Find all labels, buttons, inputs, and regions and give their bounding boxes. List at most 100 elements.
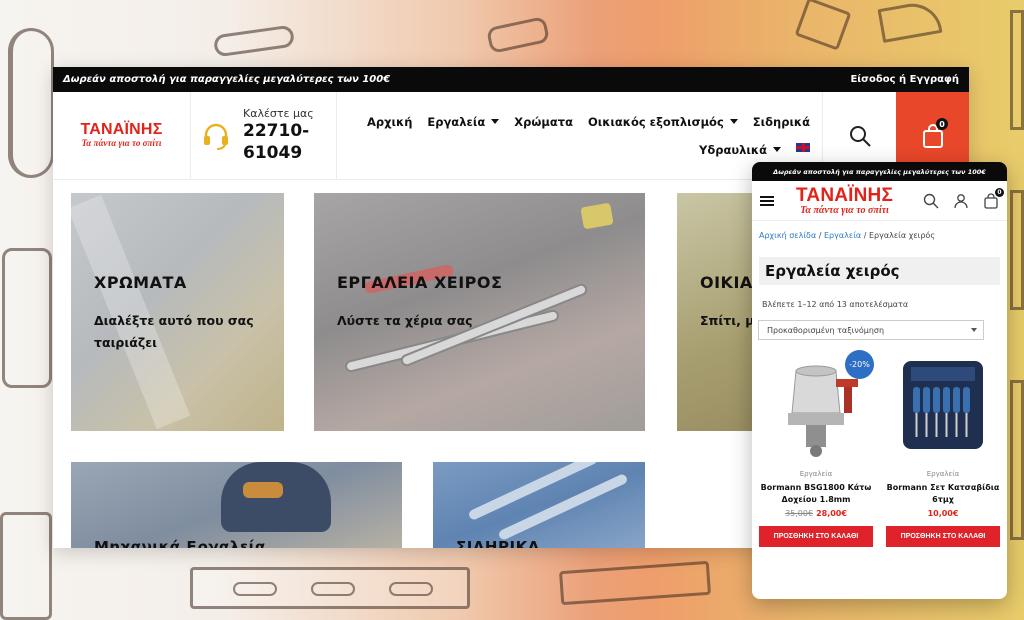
product-name[interactable]: Bormann BSG1800 Κάτω Δοχείου 1.8mm	[761, 482, 872, 506]
free-shipping-notice: Δωρεάν αποστολή για παραγγελίες μεγαλύτε…	[63, 74, 391, 85]
tile-subtitle: Διαλέξτε αυτό που σας	[94, 313, 254, 328]
product-card[interactable]: -20% Εργαλεία Bormann BSG1800 Κάτω Δοχεί…	[758, 350, 874, 547]
caret-down-icon	[491, 119, 500, 124]
category-tile-ironware[interactable]: ΣΙΔΗΡΙΚΑ	[433, 462, 645, 548]
logo-title: ΤΑΝΑΪΝΗΣ	[796, 184, 894, 206]
doodle-utility-knife	[558, 560, 712, 606]
login-register-link[interactable]: Είσοδος ή Εγγραφή	[850, 74, 959, 85]
product-card[interactable]: Εργαλεία Bormann Σετ Κατσαβίδια 6τμχ 10,…	[885, 350, 1001, 547]
mobile-topbar: Δωρεάν αποστολή για παραγγελίες μεγαλύτε…	[752, 162, 1007, 181]
cart-count-badge: 0	[936, 118, 948, 130]
nav-ironware[interactable]: Σιδηρικά	[753, 115, 810, 129]
caret-down-icon	[773, 147, 781, 152]
logo-subtitle: Τα πάντα για το σπίτι	[800, 204, 889, 216]
tile-title: ΧΡΩΜΑΤΑ	[94, 273, 187, 292]
doodle-edge-1	[1010, 10, 1024, 130]
site-logo[interactable]: ΤΑΝΑΪΝΗΣ Τα πάντα για το σπίτι	[53, 92, 191, 179]
tile-subtitle: Σπίτι, μ	[700, 313, 755, 328]
breadcrumb-separator: /	[816, 231, 824, 240]
page-title: Εργαλεία χειρός	[765, 262, 900, 280]
nav-tools-label: Εργαλεία	[427, 114, 486, 129]
desktop-topbar: Δωρεάν αποστολή για παραγγελίες μεγαλύτε…	[53, 67, 969, 92]
headset-icon	[204, 123, 228, 150]
tile-subtitle: Λύστε τα χέρια σας	[337, 313, 473, 328]
uk-flag-icon[interactable]	[796, 142, 810, 152]
logo-subtitle: Τα πάντα για το σπίτι	[81, 138, 162, 148]
doodle-hammer	[485, 16, 551, 54]
breadcrumb: Αρχική σελίδα / Εργαλεία / Εργαλεία χειρ…	[752, 221, 1007, 240]
sort-select[interactable]: Προκαθορισμένη ταξινόμηση	[758, 320, 984, 340]
nav-ironware-label: Σιδηρικά	[752, 114, 810, 129]
tile-title: ΟΙΚΙΑ	[700, 273, 753, 292]
tile-subtitle: ταιριάζει	[94, 335, 158, 350]
product-category[interactable]: Εργαλεία	[927, 470, 960, 478]
tile-title: ΣΙΔΗΡΙΚΑ	[456, 538, 540, 548]
phone-label: Καλέστε μας	[243, 107, 314, 120]
category-tile-paints[interactable]: ΧΡΩΜΑΤΑ Διαλέξτε αυτό που σας ταιριάζει	[71, 193, 284, 431]
phone-number-part2[interactable]: 61049	[243, 142, 314, 164]
doodle-edge-2	[1010, 190, 1024, 310]
nav-paints[interactable]: Χρώματα	[514, 115, 573, 129]
nav-home-label: Αρχική	[367, 114, 413, 129]
doodle-wrench	[212, 24, 296, 58]
nav-home[interactable]: Αρχική	[367, 115, 412, 129]
doodle-edge-3	[1010, 380, 1024, 540]
page-title-box: Εργαλεία χειρός	[759, 257, 1000, 285]
product-name-line: 6τμχ	[932, 495, 954, 504]
add-to-cart-button[interactable]: ΠΡΟΣΘΗΚΗ ΣΤΟ ΚΑΛΑΘΙ	[759, 526, 873, 547]
nav-household-label: Οικιακός εξοπλισμός	[587, 114, 724, 129]
mobile-site-window: Δωρεάν αποστολή για παραγγελίες μεγαλύτε…	[752, 162, 1007, 599]
tile-title: Μηχανικά Εργαλεία	[94, 538, 266, 548]
nav-tools[interactable]: Εργαλεία	[427, 114, 500, 129]
breadcrumb-separator: /	[861, 231, 869, 240]
breadcrumb-tools-link[interactable]: Εργαλεία	[824, 231, 861, 240]
product-image-spray-gun[interactable]: -20%	[758, 350, 874, 460]
product-category[interactable]: Εργαλεία	[800, 470, 833, 478]
nav-household[interactable]: Οικιακός εξοπλισμός	[588, 115, 738, 129]
search-icon[interactable]	[923, 193, 939, 209]
sale-badge: -20%	[845, 350, 874, 379]
doodle-spirit-level	[190, 567, 470, 609]
category-tile-hand-tools[interactable]: ΕΡΓΑΛΕΙΑ ΧΕΙΡΟΣ Λύστε τα χέρια σας	[314, 193, 645, 431]
caret-down-icon	[729, 119, 738, 124]
nav-plumbing[interactable]: Υδραυλικά	[699, 143, 781, 157]
product-name-line: Bormann Σετ Κατσαβίδια	[886, 483, 1000, 492]
sale-price: 28,00€	[816, 509, 847, 518]
mobile-header: ΤΑΝΑΪΝΗΣ Τα πάντα για το σπίτι 0	[752, 181, 1007, 221]
product-name[interactable]: Bormann Σετ Κατσαβίδια 6τμχ	[887, 482, 1000, 506]
phone-contact: Καλέστε μας 22710- 61049	[191, 92, 337, 179]
mobile-cart-button[interactable]: 0	[983, 187, 1004, 209]
mobile-header-icons: 0	[909, 187, 1004, 209]
breadcrumb-home-link[interactable]: Αρχική σελίδα	[759, 231, 816, 240]
breadcrumb-current: Εργαλεία χειρός	[868, 231, 936, 240]
doodle-tool	[0, 512, 52, 620]
old-price: 35,00€	[785, 509, 814, 518]
user-icon[interactable]	[953, 193, 969, 209]
doodle-drill	[2, 248, 52, 388]
doodle-axe	[877, 0, 943, 43]
hamburger-icon[interactable]	[760, 195, 774, 206]
tile-title: ΕΡΓΑΛΕΙΑ ΧΕΙΡΟΣ	[337, 273, 503, 292]
cart-count-badge: 0	[995, 187, 1004, 197]
main-nav: Αρχική Εργαλεία Χρώματα Οικιακός εξοπλισ…	[337, 92, 822, 179]
product-price: 10,00€	[928, 509, 959, 518]
screwdriver-set-image	[903, 361, 983, 449]
nav-paints-label: Χρώματα	[514, 114, 573, 129]
product-price: 35,00€ 28,00€	[785, 509, 847, 518]
doodle-hammer-head	[794, 0, 852, 51]
sort-select-value: Προκαθορισμένη ταξινόμηση	[767, 325, 885, 335]
doodle-tape-measure	[8, 28, 54, 178]
phone-number-part1[interactable]: 22710-	[243, 120, 314, 142]
mobile-site-logo[interactable]: ΤΑΝΑΪΝΗΣ Τα πάντα για το σπίτι	[796, 186, 893, 216]
mobile-free-shipping-notice: Δωρεάν αποστολή για παραγγελίες μεγαλύτε…	[773, 167, 986, 176]
add-to-cart-button[interactable]: ΠΡΟΣΘΗΚΗ ΣΤΟ ΚΑΛΑΘΙ	[886, 526, 1000, 547]
category-tile-workwear[interactable]: Μηχανικά Εργαλεία	[71, 462, 402, 548]
result-count: Βλέπετε 1–12 από 13 αποτελέσματα	[762, 300, 909, 309]
search-icon	[849, 125, 871, 147]
product-image-screwdrivers[interactable]	[885, 350, 1001, 460]
product-name-line: Δοχείου 1.8mm	[781, 495, 851, 504]
price: 10,00€	[927, 509, 959, 518]
nav-plumbing-label: Υδραυλικά	[699, 142, 767, 157]
product-grid: -20% Εργαλεία Bormann BSG1800 Κάτω Δοχεί…	[752, 340, 1007, 547]
chevron-down-icon	[971, 328, 977, 332]
